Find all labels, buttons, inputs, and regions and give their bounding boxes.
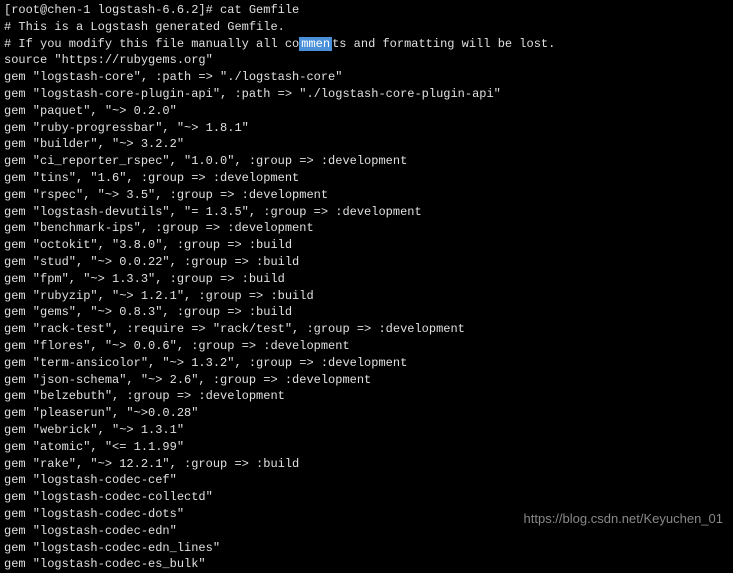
code-line: gem "logstash-core-plugin-api", :path =>… (4, 86, 729, 103)
code-line: gem "logstash-codec-collectd" (4, 489, 729, 506)
highlight-text: mmen (299, 37, 332, 51)
code-line: gem "rubyzip", "~> 1.2.1", :group => :bu… (4, 288, 729, 305)
comment-prefix: # If you modify this file manually all c… (4, 37, 299, 51)
code-line: gem "logstash-codec-es_bulk" (4, 556, 729, 573)
code-line: gem "ci_reporter_rspec", "1.0.0", :group… (4, 153, 729, 170)
code-line: gem "logstash-codec-cef" (4, 472, 729, 489)
code-line: gem "paquet", "~> 0.2.0" (4, 103, 729, 120)
code-line: gem "flores", "~> 0.0.6", :group => :dev… (4, 338, 729, 355)
prompt-line: [root@chen-1 logstash-6.6.2]# cat Gemfil… (4, 2, 729, 19)
code-line: source "https://rubygems.org" (4, 52, 729, 69)
code-line: gem "rake", "~> 12.2.1", :group => :buil… (4, 456, 729, 473)
comment-suffix: ts and formatting will be lost. (332, 37, 555, 51)
code-line: gem "json-schema", "~> 2.6", :group => :… (4, 372, 729, 389)
code-line: gem "fpm", "~> 1.3.3", :group => :build (4, 271, 729, 288)
watermark-text: https://blog.csdn.net/Keyuchen_01 (524, 510, 723, 528)
code-line: gem "webrick", "~> 1.3.1" (4, 422, 729, 439)
code-line: gem "rack-test", :require => "rack/test"… (4, 321, 729, 338)
code-line: gem "logstash-core", :path => "./logstas… (4, 69, 729, 86)
comment-line-2: # If you modify this file manually all c… (4, 36, 729, 53)
code-line: gem "logstash-devutils", "= 1.3.5", :gro… (4, 204, 729, 221)
code-line: gem "pleaserun", "~>0.0.28" (4, 405, 729, 422)
code-line: gem "gems", "~> 0.8.3", :group => :build (4, 304, 729, 321)
code-line: gem "ruby-progressbar", "~> 1.8.1" (4, 120, 729, 137)
code-line: gem "octokit", "3.8.0", :group => :build (4, 237, 729, 254)
code-line: gem "logstash-codec-edn_lines" (4, 540, 729, 557)
code-line: gem "tins", "1.6", :group => :developmen… (4, 170, 729, 187)
code-line: gem "rspec", "~> 3.5", :group => :develo… (4, 187, 729, 204)
comment-line-1: # This is a Logstash generated Gemfile. (4, 19, 729, 36)
code-line: gem "term-ansicolor", "~> 1.3.2", :group… (4, 355, 729, 372)
code-line: gem "stud", "~> 0.0.22", :group => :buil… (4, 254, 729, 271)
code-line: gem "belzebuth", :group => :development (4, 388, 729, 405)
code-line: gem "benchmark-ips", :group => :developm… (4, 220, 729, 237)
code-line: gem "builder", "~> 3.2.2" (4, 136, 729, 153)
code-line: gem "atomic", "<= 1.1.99" (4, 439, 729, 456)
